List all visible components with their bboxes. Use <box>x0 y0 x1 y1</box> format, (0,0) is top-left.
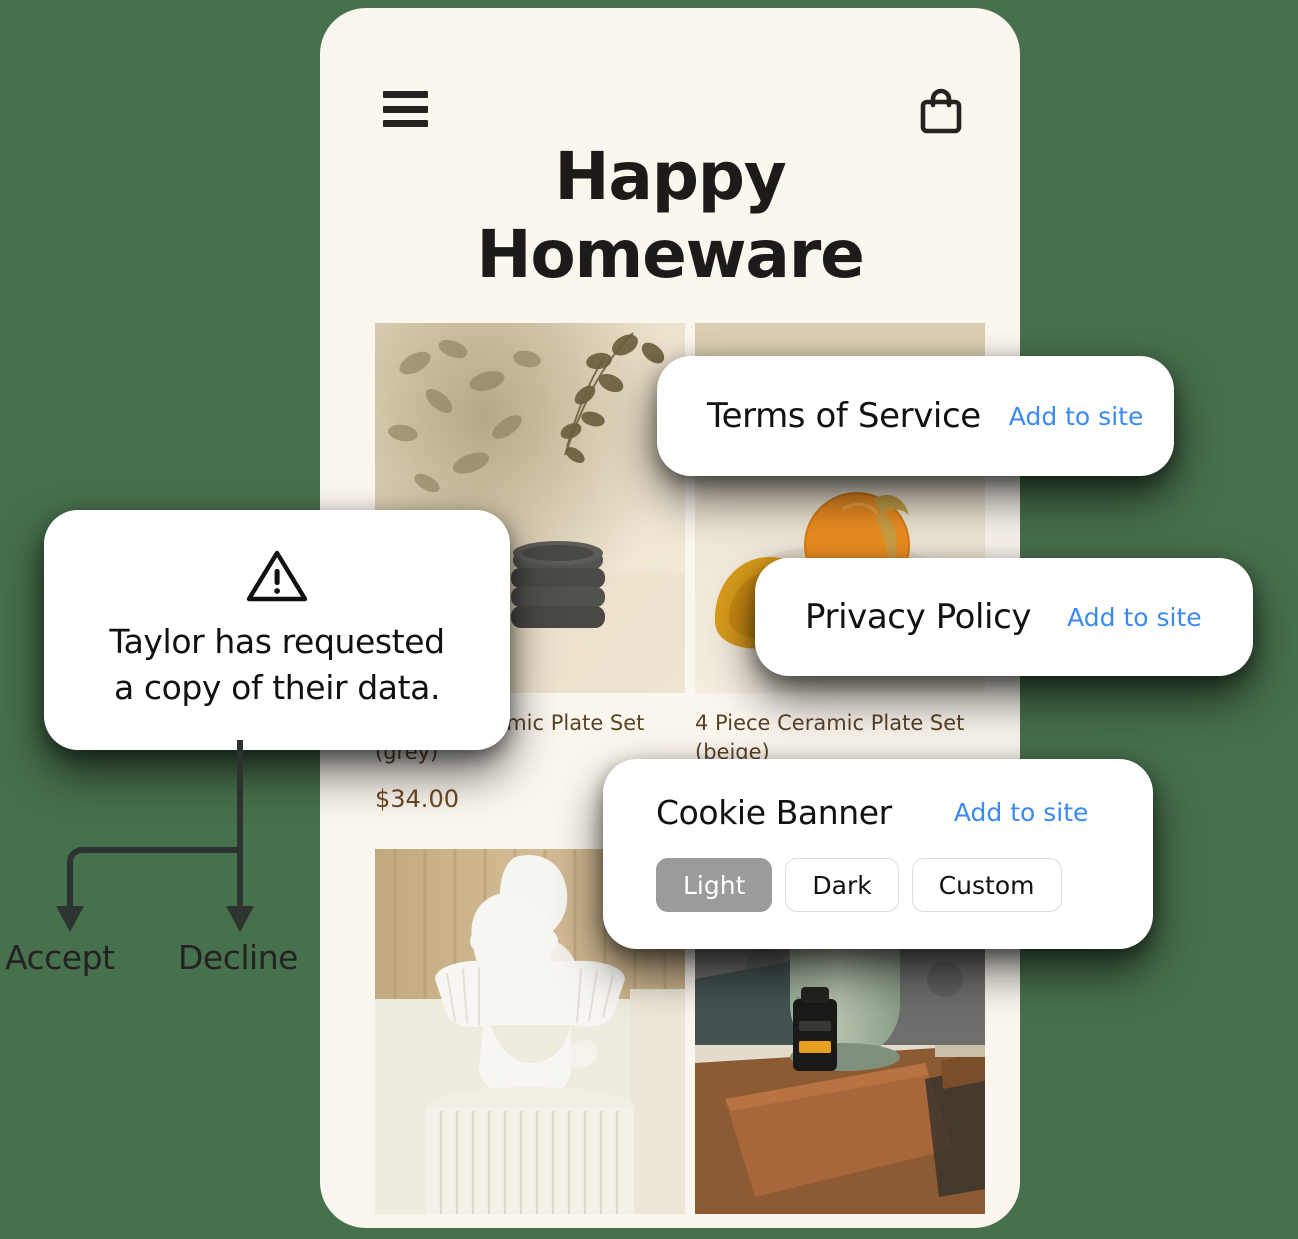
hamburger-bar <box>383 91 428 98</box>
shopping-bag-icon[interactable] <box>919 88 963 134</box>
card-privacy-policy[interactable]: Privacy Policy Add to site <box>755 558 1253 676</box>
warning-triangle-icon <box>246 549 308 603</box>
card-cookie-banner[interactable]: Cookie Banner Add to site Light Dark Cus… <box>603 759 1153 949</box>
hamburger-bar <box>383 120 428 127</box>
card-title: Privacy Policy <box>805 597 1032 637</box>
alert-message: Taylor has requested a copy of their dat… <box>109 622 445 707</box>
add-to-site-link-terms[interactable]: Add to site <box>1009 402 1144 431</box>
screenshot-stage: Happy Homeware Plate Set (grey) $34.00 4… <box>0 0 1298 1239</box>
card-title: Terms of Service <box>707 396 981 436</box>
theme-option-custom[interactable]: Custom <box>911 858 1062 912</box>
card-terms-of-service[interactable]: Terms of Service Add to site <box>657 356 1174 476</box>
hamburger-menu-icon[interactable] <box>383 91 428 127</box>
card-title: Cookie Banner <box>656 793 892 832</box>
hamburger-bar <box>383 105 428 113</box>
page-title: Happy Homeware <box>476 138 865 293</box>
cookie-theme-options: Light Dark Custom <box>656 858 1153 912</box>
branch-label-accept: Accept <box>5 938 115 977</box>
theme-option-dark[interactable]: Dark <box>785 858 899 912</box>
card-data-request-alert: Taylor has requested a copy of their dat… <box>44 510 510 750</box>
add-to-site-link-cookie[interactable]: Add to site <box>954 798 1089 827</box>
branch-label-decline: Decline <box>178 938 298 977</box>
add-to-site-link-privacy[interactable]: Add to site <box>1067 603 1202 632</box>
cookie-banner-header: Cookie Banner Add to site <box>656 793 1153 832</box>
theme-option-light[interactable]: Light <box>656 858 773 912</box>
phone-header: Happy Homeware <box>320 8 1020 308</box>
